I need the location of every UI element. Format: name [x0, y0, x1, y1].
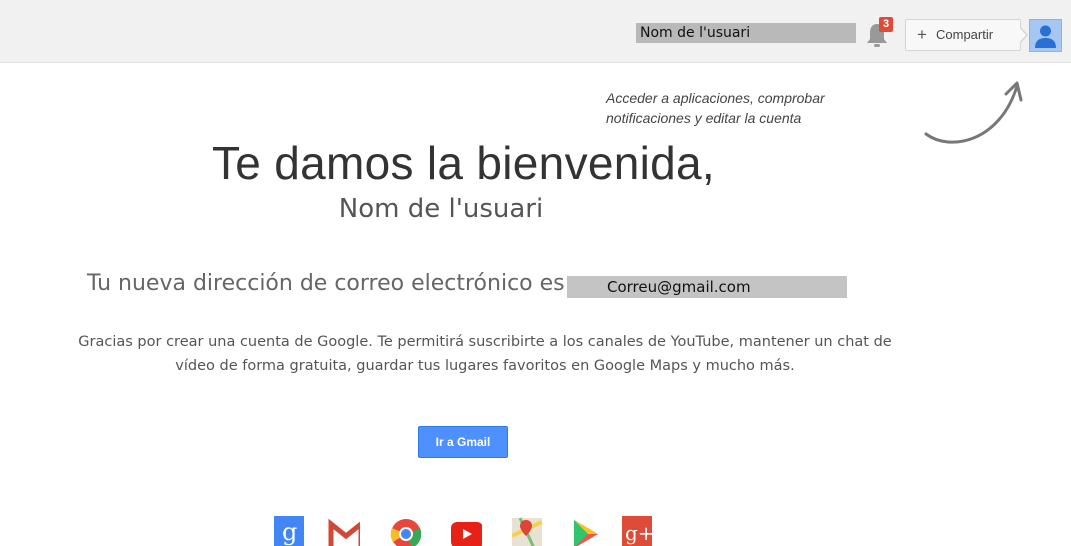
- share-button[interactable]: + Compartir: [905, 19, 1021, 51]
- maps-icon[interactable]: [512, 516, 544, 546]
- welcome-username: Nom de l'usuari: [338, 194, 544, 224]
- account-avatar[interactable]: [1029, 19, 1062, 52]
- google-search-icon[interactable]: g: [274, 516, 306, 546]
- share-label: Compartir: [936, 27, 994, 42]
- plus-icon: +: [917, 25, 927, 44]
- top-bar: Nom de l'usuari 3 + Compartir: [0, 0, 1071, 63]
- welcome-heading: Te damos la bienvenida,: [212, 137, 715, 189]
- share-arrow: [1019, 26, 1028, 44]
- account-description: Gracias por crear una cuenta de Google. …: [78, 334, 892, 374]
- email-address: Correu@gmail.com: [567, 276, 847, 298]
- svg-text:g: g: [282, 518, 297, 546]
- gmail-icon[interactable]: [328, 516, 360, 546]
- person-icon: [1035, 25, 1056, 48]
- google-apps-row: g g+: [270, 516, 660, 546]
- play-store-icon[interactable]: [570, 516, 602, 546]
- svg-text:g+: g+: [625, 521, 654, 545]
- email-intro-text: Tu nueva dirección de correo electrónico…: [87, 271, 565, 296]
- go-to-gmail-button[interactable]: Ir a Gmail: [418, 426, 508, 458]
- curved-arrow-icon: [924, 81, 1023, 144]
- chrome-icon[interactable]: [390, 516, 422, 546]
- youtube-icon[interactable]: [450, 516, 482, 546]
- username-label[interactable]: Nom de l'usuari: [636, 23, 856, 43]
- google-plus-icon[interactable]: g+: [622, 516, 654, 546]
- account-hint-text: Acceder a aplicaciones, comprobar notifi…: [606, 90, 825, 126]
- notification-badge[interactable]: 3: [879, 17, 893, 32]
